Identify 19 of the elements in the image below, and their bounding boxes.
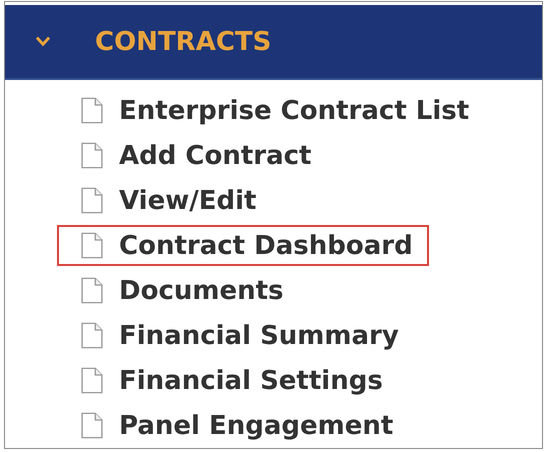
menu-item[interactable]: Add Contract [57,135,429,176]
document-icon [81,322,103,349]
section-title: CONTRACTS [95,26,272,56]
menu-item[interactable]: Enterprise Contract List [57,90,472,131]
menu-item[interactable]: Panel Engagement [57,405,429,446]
document-icon [81,187,103,214]
menu-item[interactable]: Financial Settings [57,360,429,401]
menu-item[interactable]: Contract Dashboard [57,225,429,266]
document-icon [81,277,103,304]
chevron-down-icon [35,36,51,47]
document-icon [81,232,103,259]
menu-item[interactable]: View/Edit [57,180,429,221]
menu-item[interactable]: Documents [57,270,429,311]
menu-item[interactable]: Financial Summary [57,315,429,356]
document-icon [81,142,103,169]
section-header[interactable]: CONTRACTS [5,5,542,80]
document-icon [81,97,103,124]
document-icon [81,412,103,439]
document-icon [81,367,103,394]
